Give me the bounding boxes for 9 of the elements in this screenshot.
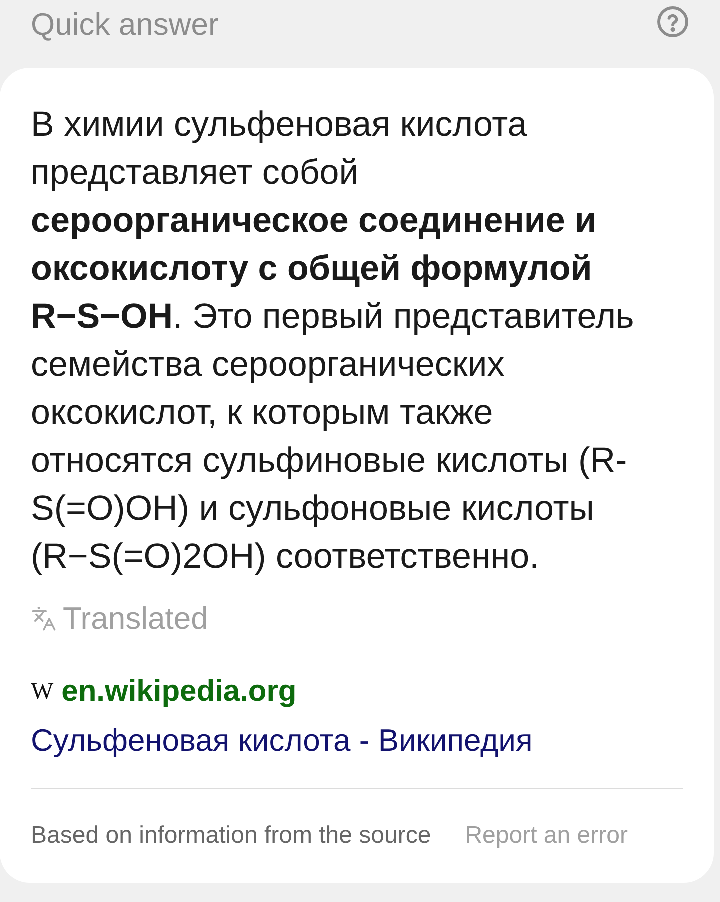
- source-note: Based on information from the source: [31, 821, 432, 851]
- help-icon[interactable]: [657, 6, 689, 38]
- source-title-link[interactable]: Сульфеновая кислота - Википедия: [31, 721, 533, 761]
- translated-label: Translated: [63, 600, 208, 638]
- translate-icon: [31, 606, 57, 632]
- source-domain-link[interactable]: en.wikipedia.org: [62, 674, 297, 710]
- site-logo-icon: W: [31, 679, 54, 705]
- answer-text: В химии сульфеновая кислота представляет собой сероорганическое соединение и оксокислоту с общей формулой R−S−OH. Это первый представитель семейства сероорганических оксокислот, к которым также относятся сульфиновые кислоты (R-S(=O)OH) и сульфоновые кислоты (R−S(=O)2OH) соответственно.: [31, 104, 636, 578]
- section-title: Quick answer: [31, 6, 219, 44]
